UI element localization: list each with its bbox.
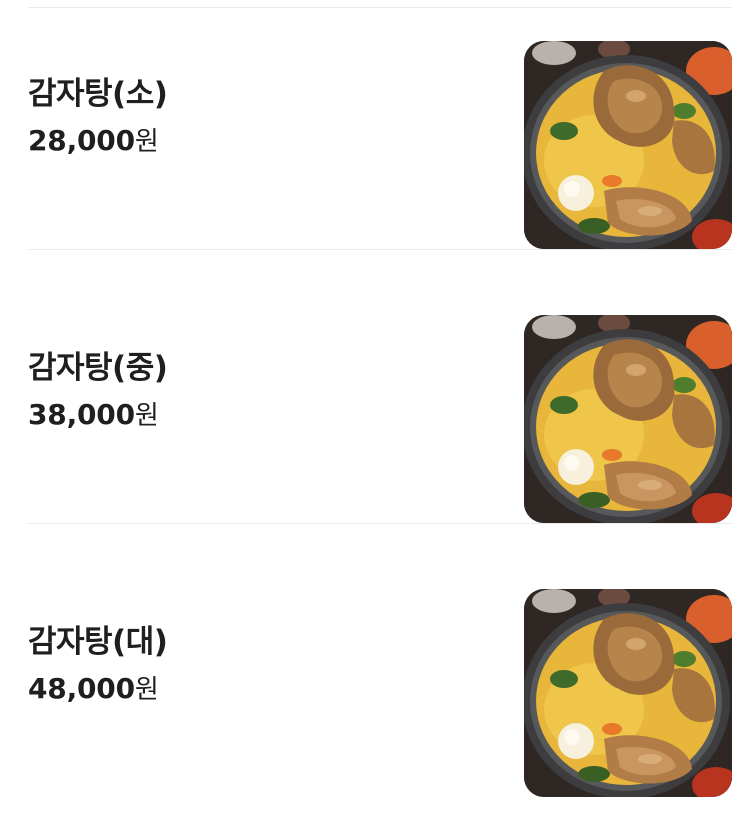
price-value: 38,000 <box>28 398 135 431</box>
menu-item-price: 28,000원 <box>28 121 159 158</box>
menu-item-price: 48,000원 <box>28 669 159 706</box>
price-value: 48,000 <box>28 672 135 705</box>
menu-item[interactable]: 감자탕(대) 48,000원 <box>28 556 732 797</box>
gamjatang-photo <box>524 315 732 523</box>
gamjatang-photo <box>524 41 732 249</box>
menu-item-price: 38,000원 <box>28 395 159 432</box>
price-value: 28,000 <box>28 124 135 157</box>
menu-item-name: 감자탕(중) <box>28 350 168 386</box>
divider <box>28 249 732 250</box>
price-currency: 원 <box>134 675 159 705</box>
menu-item-photo[interactable] <box>524 41 732 249</box>
menu-item-name: 감자탕(대) <box>28 624 168 660</box>
menu-item-photo[interactable] <box>524 589 732 797</box>
menu-item-photo[interactable] <box>524 315 732 523</box>
divider <box>28 523 732 524</box>
price-currency: 원 <box>134 401 159 431</box>
menu-item[interactable]: 감자탕(소) 28,000원 <box>28 8 732 250</box>
gamjatang-photo <box>524 589 732 797</box>
menu-item[interactable]: 감자탕(중) 38,000원 <box>28 282 732 524</box>
price-currency: 원 <box>134 127 159 157</box>
menu-item-name: 감자탕(소) <box>28 76 168 112</box>
